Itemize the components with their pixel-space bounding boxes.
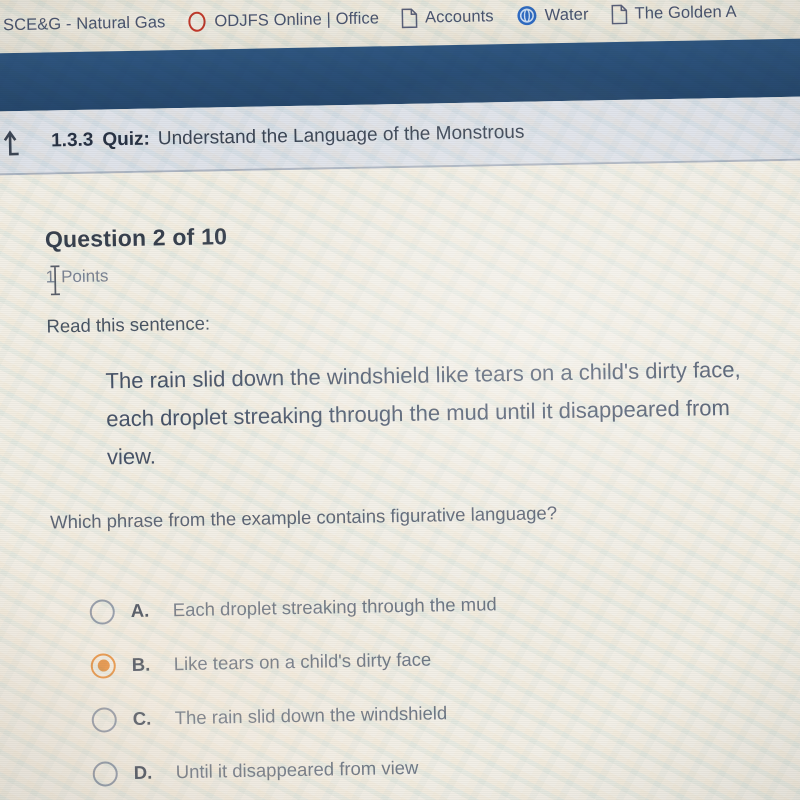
red-circle-icon xyxy=(188,11,206,32)
option-letter: C. xyxy=(132,707,152,729)
read-instruction: Read this sentence: xyxy=(46,312,211,337)
quiz-keyword: Quiz: xyxy=(102,128,151,151)
option-letter: A. xyxy=(130,599,150,622)
bookmark-label: Water xyxy=(544,5,589,24)
option-text: Like tears on a child's dirty face xyxy=(173,648,432,675)
text-ibeam-cursor xyxy=(50,265,60,296)
quiz-number: 1.3.3 xyxy=(50,129,94,152)
bookmark-accounts[interactable]: Accounts xyxy=(401,6,494,29)
exit-up-arrow-icon[interactable] xyxy=(3,127,34,158)
radio-button-a[interactable] xyxy=(89,598,115,625)
bookmark-label: Accounts xyxy=(424,6,494,27)
points-label: Points xyxy=(60,266,109,287)
page-icon xyxy=(401,8,418,28)
radio-button-d[interactable] xyxy=(92,760,118,787)
points-row: 1 Points xyxy=(45,253,800,296)
option-letter: D. xyxy=(133,761,153,783)
photographed-screen: SCE&G - Natural Gas ODJFS Online | Offic… xyxy=(0,0,800,800)
blue-globe-icon xyxy=(517,6,537,26)
option-letter: B. xyxy=(131,653,151,675)
option-text: Each droplet streaking through the mud xyxy=(172,593,497,621)
bookmark-water[interactable]: Water xyxy=(515,4,589,27)
bookmark-label: The Golden A xyxy=(634,2,737,23)
radio-button-b[interactable] xyxy=(90,652,116,679)
bookmark-odjfs-online[interactable]: ODJFS Online | Office xyxy=(187,7,379,33)
quiz-title: Understand the Language of the Monstrous xyxy=(157,121,525,150)
bookmark-label: ODJFS Online | Office xyxy=(214,8,380,30)
option-text: The rain slid down the windshield xyxy=(174,702,448,729)
bookmark-label: SCE&G - Natural Gas xyxy=(2,12,166,34)
bookmark-the-golden-a[interactable]: The Golden A xyxy=(610,1,737,24)
page-icon xyxy=(611,4,628,24)
question-heading: Question 2 of 10 xyxy=(44,223,228,253)
question-prompt: Which phrase from the example contains f… xyxy=(49,502,558,533)
quiz-body: Question 2 of 10 1 Points Read this sent… xyxy=(0,160,800,800)
screen-content: SCE&G - Natural Gas ODJFS Online | Offic… xyxy=(0,0,800,800)
radio-button-c[interactable] xyxy=(91,706,117,733)
answer-options: A. Each droplet streaking through the mu… xyxy=(89,571,800,800)
question-passage: The rain slid down the windshield like t… xyxy=(105,356,741,470)
option-text: Until it disappeared from view xyxy=(175,756,419,783)
bookmark-sceg-natural-gas[interactable]: SCE&G - Natural Gas xyxy=(3,13,166,35)
